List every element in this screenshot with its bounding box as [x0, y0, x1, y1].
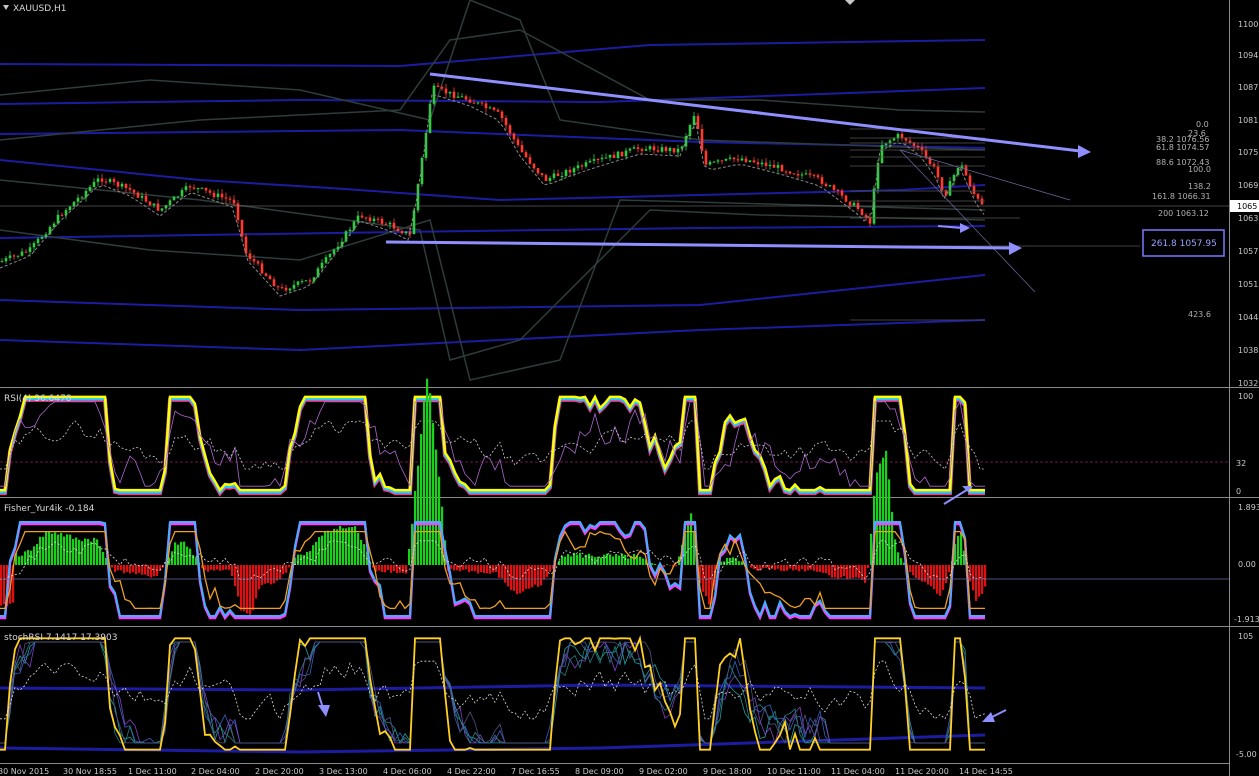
- svg-text:1051: 1051: [1238, 280, 1258, 289]
- svg-text:1100: 1100: [1238, 20, 1258, 29]
- band-blue-4: [0, 319, 986, 352]
- fib-level-200: 200 1063.12: [1158, 209, 1209, 218]
- svg-text:2 Dec 04:00: 2 Dec 04:00: [191, 767, 240, 776]
- svg-text:0.00: 0.00: [1238, 560, 1256, 569]
- stochrsi-title: stochRSI 7.1417 17.3903: [4, 633, 117, 643]
- rsi-pink: [0, 395, 985, 497]
- fibonacci-labels: 0.0 23.6 38.2 1076.56 61.8 1074.57 88.6 …: [1142, 120, 1225, 319]
- svg-text:105: 105: [1238, 632, 1253, 641]
- fib-level-61: 61.8 1074.57: [1156, 143, 1209, 152]
- svg-text:11 Dec 04:00: 11 Dec 04:00: [831, 767, 885, 776]
- svg-text:1044: 1044: [1238, 313, 1258, 322]
- svg-text:9 Dec 02:00: 9 Dec 02:00: [639, 767, 688, 776]
- band-gray-2: [0, 0, 986, 151]
- stochrsi-pane[interactable]: stochRSI 7.1417 17.3903: [0, 633, 1007, 754]
- svg-text:1057: 1057: [1238, 247, 1258, 256]
- svg-text:1038: 1038: [1238, 346, 1258, 355]
- rsi-signal: [0, 400, 985, 488]
- main-price-pane[interactable]: 0.0 23.6 38.2 1076.56 61.8 1074.57 88.6 …: [0, 0, 1229, 381]
- stochrsi-lines: [0, 635, 986, 754]
- stoch-ribbon-0: [0, 640, 985, 745]
- svg-text:7 Dec 16:55: 7 Dec 16:55: [511, 767, 560, 776]
- fib-level-161: 161.8 1066.31: [1152, 192, 1211, 201]
- symbol-title-text: XAUUSD,H1: [13, 4, 67, 14]
- svg-text:8 Dec 09:00: 8 Dec 09:00: [575, 767, 624, 776]
- svg-text:1063: 1063: [1238, 214, 1258, 223]
- band-blue-1: [0, 87, 986, 105]
- stoch-ribbon-3: [0, 641, 985, 744]
- svg-text:11 Dec 20:00: 11 Dec 20:00: [895, 767, 949, 776]
- svg-text:1032: 1032: [1238, 379, 1258, 388]
- svg-text:1087: 1087: [1238, 83, 1258, 92]
- current-price-value: 1065: [1237, 202, 1257, 211]
- svg-text:10 Dec 11:00: 10 Dec 11:00: [767, 767, 821, 776]
- fib-level-423: 423.6: [1188, 310, 1211, 319]
- band-gray-1: [0, 179, 986, 361]
- scroll-marker-icon[interactable]: [845, 0, 855, 5]
- fisher-title: Fisher_Yur4ik -0.184: [4, 504, 95, 514]
- svg-text:1075: 1075: [1238, 148, 1258, 157]
- stoch-ribbon-2: [0, 641, 985, 745]
- svg-text:32: 32: [1236, 459, 1246, 468]
- fisher-pane[interactable]: Fisher_Yur4ik -0.184: [0, 378, 1229, 621]
- svg-text:4 Dec 06:00: 4 Dec 06:00: [383, 767, 432, 776]
- rsi-cyan: [0, 395, 985, 495]
- rsi-pane[interactable]: RSI(4) 36.6478: [0, 394, 1229, 505]
- stoch-ribbon-4: [0, 641, 985, 744]
- fib-level-100: 100.0: [1188, 165, 1211, 174]
- rsi-lines: [0, 394, 985, 497]
- svg-text:3 Dec 13:00: 3 Dec 13:00: [319, 767, 368, 776]
- stoch-main: [0, 635, 985, 751]
- fib-level-0: 0.0: [1196, 120, 1209, 129]
- svg-text:100: 100: [1238, 392, 1253, 401]
- svg-text:1069: 1069: [1238, 181, 1258, 190]
- svg-text:30 Nov 18:55: 30 Nov 18:55: [63, 767, 117, 776]
- stoch-ribbon-1: [0, 641, 985, 744]
- fib-level-138: 138.2: [1188, 182, 1211, 191]
- svg-text:-5.00: -5.00: [1236, 750, 1257, 759]
- symbol-title: XAUUSD,H1: [3, 4, 67, 14]
- band-blue-5: [0, 225, 986, 239]
- band-blue-6: [0, 159, 986, 202]
- rsi-title: RSI(4) 36.6478: [4, 394, 72, 404]
- band-blue-0: [0, 39, 986, 68]
- svg-text:1081: 1081: [1238, 116, 1258, 125]
- fibonacci-lines: [850, 128, 1140, 321]
- svg-text:1 Dec 11:00: 1 Dec 11:00: [128, 767, 177, 776]
- rsi-yellow: [0, 394, 985, 493]
- band-blue-3: [0, 274, 986, 312]
- fib-level-261: 261.8 1057.95: [1151, 239, 1217, 249]
- svg-text:1094: 1094: [1238, 51, 1258, 60]
- svg-text:1.893: 1.893: [1238, 503, 1259, 512]
- stoch-band-upper: [0, 683, 986, 692]
- svg-text:4 Dec 22:00: 4 Dec 22:00: [447, 767, 496, 776]
- fisher-histogram: [0, 378, 987, 621]
- candlesticks: [0, 82, 985, 297]
- svg-text:0: 0: [1236, 487, 1241, 496]
- svg-text:-1.913: -1.913: [1234, 615, 1259, 624]
- svg-text:9 Dec 18:00: 9 Dec 18:00: [703, 767, 752, 776]
- time-axis[interactable]: 30 Nov 2015 30 Nov 18:55 1 Dec 11:00 2 D…: [0, 763, 1229, 776]
- svg-text:2 Dec 20:00: 2 Dec 20:00: [255, 767, 304, 776]
- collapse-triangle-icon[interactable]: [3, 5, 9, 10]
- mt4-chart-window[interactable]: 0.0 23.6 38.2 1076.56 61.8 1074.57 88.6 …: [0, 0, 1259, 776]
- svg-text:14 Dec 14:55: 14 Dec 14:55: [959, 767, 1013, 776]
- svg-text:30 Nov 2015: 30 Nov 2015: [0, 767, 49, 776]
